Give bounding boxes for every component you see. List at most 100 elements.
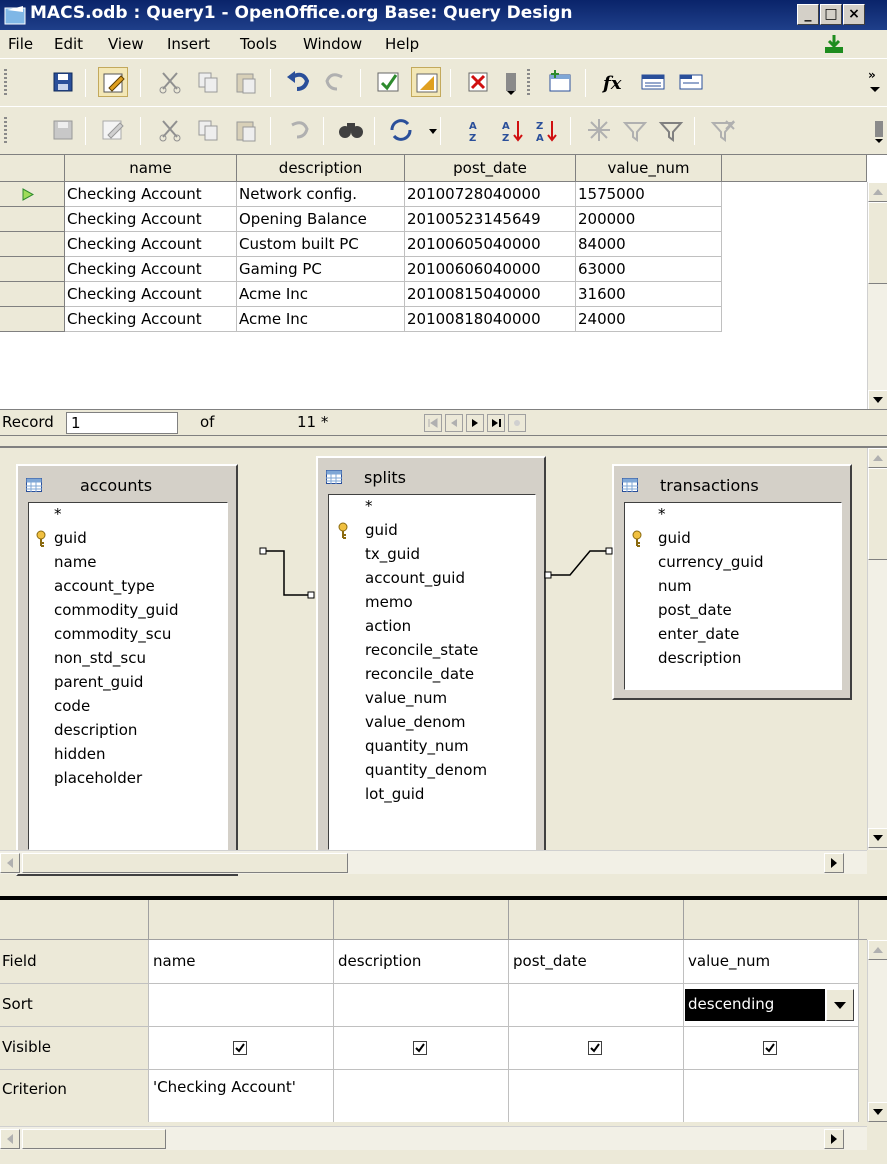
cell-post-date[interactable]: 20100605040000 <box>405 232 576 257</box>
undo-record-icon[interactable] <box>283 115 313 145</box>
menu-file[interactable]: File <box>8 35 33 53</box>
refresh-icon[interactable] <box>386 115 416 145</box>
scroll-right-icon[interactable] <box>824 1129 844 1149</box>
column-header-value-num[interactable]: value_num <box>576 155 722 182</box>
minimize-button[interactable]: _ <box>797 4 819 25</box>
cell-value-num[interactable]: 1575000 <box>576 182 722 207</box>
add-table-icon[interactable] <box>545 67 575 97</box>
row-header[interactable] <box>0 232 65 257</box>
cell-description[interactable]: Acme Inc <box>237 282 405 307</box>
scroll-thumb[interactable] <box>22 1129 166 1149</box>
toolbar-overflow-icon[interactable]: » <box>860 67 880 97</box>
cell-name[interactable]: Checking Account <box>65 207 237 232</box>
sort-select-value-num[interactable]: descending <box>685 989 825 1021</box>
toolbar-grip-2[interactable] <box>527 69 530 97</box>
scroll-up-icon[interactable] <box>868 940 887 960</box>
cut-icon[interactable] <box>155 67 185 97</box>
save-icon[interactable] <box>48 67 78 97</box>
table-name-icon[interactable] <box>638 67 668 97</box>
cell-name[interactable]: Checking Account <box>65 232 237 257</box>
cell-description[interactable]: Network config. <box>237 182 405 207</box>
cell-description[interactable]: Opening Balance <box>237 207 405 232</box>
edit-mode-icon[interactable] <box>98 67 128 97</box>
scroll-down-icon[interactable] <box>868 390 887 410</box>
menu-insert[interactable]: Insert <box>167 35 210 53</box>
update-available-icon[interactable] <box>822 33 846 55</box>
sort-cell-description[interactable] <box>334 984 508 1026</box>
menu-view[interactable]: View <box>108 35 144 53</box>
row-header[interactable] <box>0 307 65 332</box>
cell-post-date[interactable]: 20100818040000 <box>405 307 576 332</box>
cell-description[interactable]: Acme Inc <box>237 307 405 332</box>
undo-icon[interactable] <box>283 67 313 97</box>
cell-description[interactable]: Custom built PC <box>237 232 405 257</box>
grid-corner[interactable] <box>0 155 65 182</box>
paste-data-icon[interactable] <box>231 115 261 145</box>
grid-vertical-scrollbar[interactable] <box>867 182 887 410</box>
visible-checkbox-value-num[interactable] <box>763 1041 777 1055</box>
cell-description[interactable]: Gaming PC <box>237 257 405 282</box>
scroll-left-icon[interactable] <box>0 853 20 873</box>
scroll-down-icon[interactable] <box>868 1102 887 1122</box>
menu-tools[interactable]: Tools <box>240 35 277 53</box>
last-record-icon[interactable] <box>487 414 505 432</box>
scroll-up-icon[interactable] <box>868 448 887 468</box>
standard-filter-icon[interactable] <box>620 115 650 145</box>
column-header-name[interactable]: name <box>65 155 237 182</box>
clear-query-icon[interactable] <box>463 67 493 97</box>
edit-data-icon[interactable] <box>98 115 128 145</box>
cell-post-date[interactable]: 20100523145649 <box>405 207 576 232</box>
dropdown-arrow-icon[interactable] <box>496 67 516 97</box>
alias-icon[interactable] <box>676 67 706 97</box>
cell-post-date[interactable]: 20100606040000 <box>405 257 576 282</box>
sort-cell-name[interactable] <box>149 984 333 1026</box>
record-number-input[interactable]: 1 <box>66 412 178 434</box>
scroll-left-icon[interactable] <box>0 1129 20 1149</box>
cell-value-num[interactable]: 63000 <box>576 257 722 282</box>
cell-value-num[interactable]: 200000 <box>576 207 722 232</box>
scroll-thumb[interactable] <box>868 202 887 284</box>
cell-name[interactable]: Checking Account <box>65 282 237 307</box>
design-view-toggle-icon[interactable] <box>411 67 441 97</box>
previous-record-icon[interactable] <box>445 414 463 432</box>
next-record-icon[interactable] <box>466 414 484 432</box>
cell-value-num[interactable]: 31600 <box>576 282 722 307</box>
copy-data-icon[interactable] <box>193 115 223 145</box>
run-query-icon[interactable] <box>373 67 403 97</box>
sort-ascending-icon[interactable]: AZ <box>498 115 528 145</box>
menu-help[interactable]: Help <box>385 35 419 53</box>
autofilter-icon[interactable] <box>584 115 614 145</box>
row-header[interactable] <box>0 257 65 282</box>
toolbar-dropdown-icon[interactable] <box>864 115 883 145</box>
cell-name[interactable]: Checking Account <box>65 307 237 332</box>
refresh-dropdown-icon[interactable] <box>418 115 437 145</box>
row-header[interactable] <box>0 207 65 232</box>
close-button[interactable]: × <box>843 4 865 25</box>
remove-filter-icon[interactable] <box>708 115 738 145</box>
cell-post-date[interactable]: 20100728040000 <box>405 182 576 207</box>
relations-horizontal-scrollbar[interactable] <box>0 850 867 874</box>
row-header[interactable] <box>0 282 65 307</box>
menu-edit[interactable]: Edit <box>54 35 83 53</box>
scroll-down-icon[interactable] <box>868 828 887 848</box>
functions-icon[interactable]: fx <box>600 67 630 97</box>
scroll-right-icon[interactable] <box>824 853 844 873</box>
toolbar-grip-3[interactable] <box>4 117 7 145</box>
maximize-button[interactable]: □ <box>820 4 842 25</box>
sort-icon[interactable]: AZ <box>460 115 490 145</box>
visible-checkbox-description[interactable] <box>413 1041 427 1055</box>
sort-cell-post-date[interactable] <box>509 984 683 1026</box>
column-header-description[interactable]: description <box>237 155 405 182</box>
cell-name[interactable]: Checking Account <box>65 257 237 282</box>
visible-checkbox-post-date[interactable] <box>588 1041 602 1055</box>
row-header-current[interactable] <box>0 182 65 207</box>
relations-vertical-scrollbar[interactable] <box>867 448 887 850</box>
visible-checkbox-name[interactable] <box>233 1041 247 1055</box>
toolbar-grip[interactable] <box>4 69 7 97</box>
menu-window[interactable]: Window <box>303 35 362 53</box>
field-cell-description[interactable]: description <box>335 952 421 970</box>
cell-value-num[interactable]: 84000 <box>576 232 722 257</box>
apply-filter-icon[interactable] <box>656 115 686 145</box>
criterion-cell-name[interactable]: 'Checking Account' <box>150 1078 296 1096</box>
sort-dropdown-button[interactable] <box>826 989 854 1021</box>
